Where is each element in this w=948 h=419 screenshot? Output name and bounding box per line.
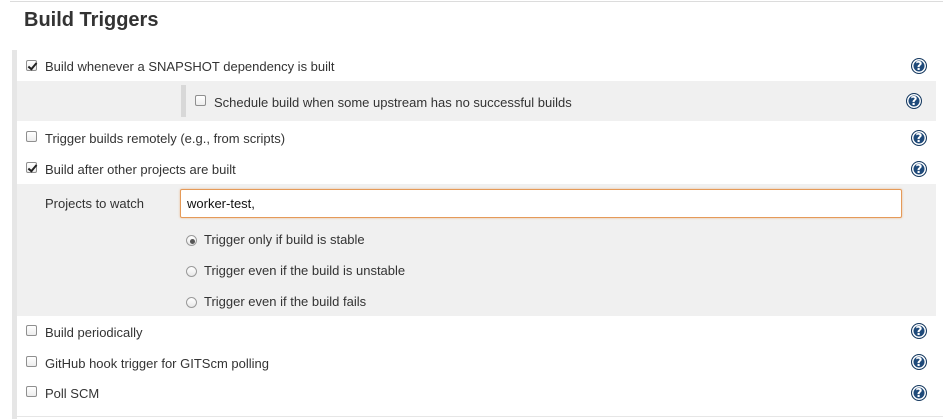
trigger-remotely-checkbox[interactable] bbox=[26, 131, 37, 142]
trigger-fails-label: Trigger even if the build fails bbox=[204, 294, 367, 309]
trigger-remotely-label: Trigger builds remotely (e.g., from scri… bbox=[45, 131, 286, 146]
github-hook-checkbox[interactable] bbox=[26, 356, 37, 367]
help-icon[interactable]: ? bbox=[911, 161, 927, 177]
help-icon[interactable]: ? bbox=[911, 323, 927, 339]
snapshot-dependency-label: Build whenever a SNAPSHOT dependency is … bbox=[45, 59, 335, 74]
build-after-other-checkbox[interactable] bbox=[26, 162, 37, 173]
help-icon[interactable]: ? bbox=[911, 354, 927, 370]
trigger-unstable-label: Trigger even if the build is unstable bbox=[204, 263, 406, 278]
trigger-fails-radio[interactable] bbox=[186, 297, 197, 308]
trigger-unstable-radio[interactable] bbox=[186, 266, 197, 277]
section-bottom-divider bbox=[17, 416, 943, 417]
help-icon[interactable]: ? bbox=[906, 93, 922, 109]
build-after-other-label: Build after other projects are built bbox=[45, 162, 236, 177]
build-periodically-checkbox[interactable] bbox=[26, 325, 37, 336]
help-icon[interactable]: ? bbox=[911, 58, 927, 74]
projects-to-watch-input[interactable] bbox=[180, 189, 902, 218]
poll-scm-checkbox[interactable] bbox=[26, 386, 37, 397]
schedule-upstream-label: Schedule build when some upstream has no… bbox=[214, 95, 572, 110]
schedule-upstream-checkbox[interactable] bbox=[195, 95, 206, 106]
nested-option-bar bbox=[181, 85, 186, 117]
github-hook-label: GitHub hook trigger for GITScm polling bbox=[45, 356, 269, 371]
poll-scm-label: Poll SCM bbox=[45, 386, 100, 401]
help-icon[interactable]: ? bbox=[911, 385, 927, 401]
help-icon[interactable]: ? bbox=[911, 130, 927, 146]
section-top-divider bbox=[10, 1, 943, 2]
section-title: Build Triggers bbox=[24, 9, 159, 31]
trigger-stable-label: Trigger only if build is stable bbox=[204, 232, 365, 247]
build-periodically-label: Build periodically bbox=[45, 325, 143, 340]
trigger-stable-radio[interactable] bbox=[186, 235, 197, 246]
projects-to-watch-label: Projects to watch bbox=[45, 196, 144, 211]
snapshot-dependency-checkbox[interactable] bbox=[26, 60, 37, 71]
